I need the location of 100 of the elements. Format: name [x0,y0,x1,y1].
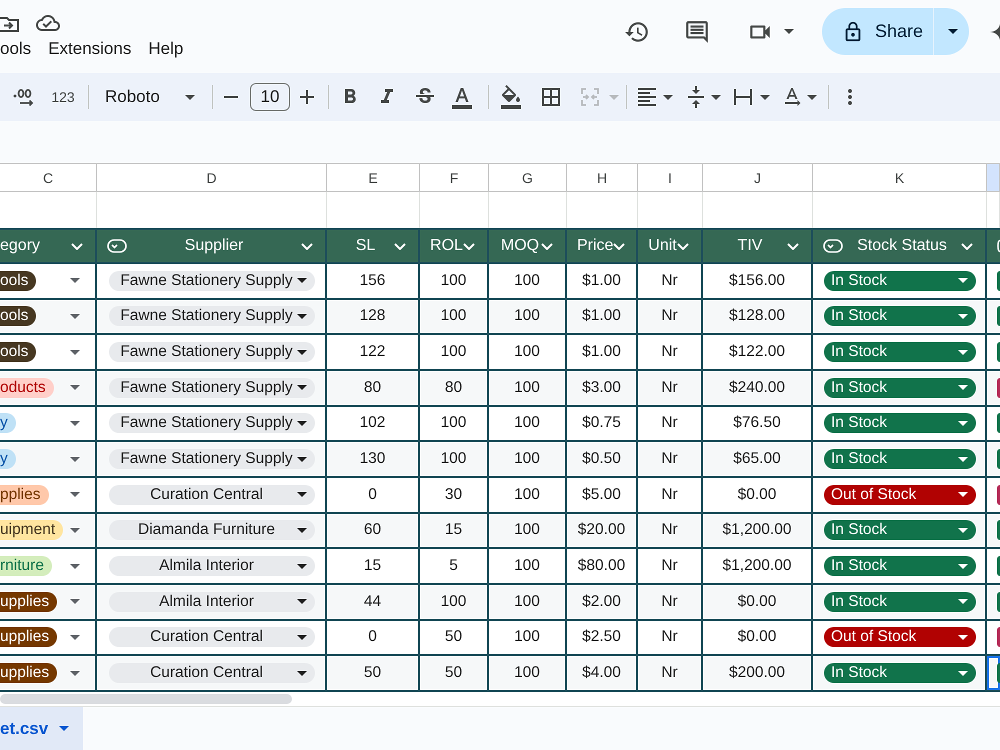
chevron-down-icon[interactable] [677,242,689,250]
supplier-chip[interactable]: Curation Central [109,627,315,648]
chevron-down-icon[interactable] [301,242,313,250]
sheet-tab[interactable]: et.csv [0,707,83,750]
status-chip[interactable] [997,627,1000,648]
status-chip[interactable] [997,556,1000,576]
status-chip[interactable]: In Stock [824,306,976,326]
folder-icon[interactable] [0,14,20,32]
supplier-chip[interactable]: Almila Interior [109,592,315,612]
table-cell[interactable] [987,514,1000,550]
column-letter[interactable]: H [567,163,638,192]
caret-icon[interactable] [185,94,195,100]
category-chip[interactable]: uipment [0,520,64,540]
supplier-chip[interactable]: Curation Central [109,663,315,684]
column-letter[interactable]: F [420,163,489,192]
status-chip[interactable]: In Stock [824,592,976,612]
caret-icon[interactable] [70,420,80,426]
supplier-chip[interactable]: Fawne Stationery Supply [109,306,315,326]
supplier-chip[interactable]: Fawne Stationery Supply [109,342,315,362]
number-format-button[interactable]: 123 [46,83,80,111]
font-size-field[interactable]: 10 [250,83,290,111]
column-letter[interactable]: I [638,163,703,192]
chevron-down-icon[interactable] [541,242,553,250]
scrollbar-thumb[interactable] [0,694,292,704]
chevron-down-icon[interactable] [787,242,799,250]
status-chip[interactable]: In Stock [824,378,976,398]
category-chip[interactable]: ools [0,270,36,291]
column-letter[interactable]: J [703,163,813,192]
menu-item[interactable]: Extensions [48,38,132,60]
chevron-down-icon[interactable] [463,242,475,250]
status-chip[interactable] [997,378,1000,398]
caret-icon[interactable] [958,492,968,498]
category-chip[interactable]: ools [0,306,36,326]
status-chip[interactable]: In Stock [824,342,976,362]
category-chip[interactable]: upplies [0,592,58,612]
supplier-chip[interactable]: Diamanda Furniture [109,520,315,540]
caret-icon[interactable] [948,29,958,34]
status-chip[interactable]: Out of Stock [824,627,976,648]
caret-icon[interactable] [297,278,307,284]
share-button[interactable]: Share [822,8,969,55]
star-icon[interactable] [990,24,1000,40]
caret-icon[interactable] [297,350,307,355]
supplier-chip[interactable]: Fawne Stationery Supply [109,413,315,434]
align-left-icon[interactable] [635,85,659,109]
status-chip[interactable]: In Stock [824,413,976,434]
caret-icon[interactable] [807,94,817,100]
category-chip[interactable]: ools [0,342,36,362]
caret-icon[interactable] [711,94,721,100]
table-cell[interactable] [987,406,1000,442]
column-letter[interactable]: E [327,163,420,192]
status-chip[interactable] [997,306,1000,326]
caret-icon[interactable] [297,528,307,533]
caret-icon[interactable] [297,385,307,390]
column-letter[interactable]: K [813,163,987,192]
caret-icon[interactable] [297,564,307,569]
status-chip[interactable]: In Stock [824,663,976,684]
status-chip[interactable]: Out of Stock [824,484,976,505]
caret-icon[interactable] [297,599,307,604]
caret-icon[interactable] [70,350,80,355]
category-chip[interactable]: upplies [0,663,58,684]
caret-icon[interactable] [297,314,307,319]
caret-icon[interactable] [958,634,968,640]
caret-icon[interactable] [297,634,307,640]
caret-icon[interactable] [297,420,307,426]
caret-icon[interactable] [784,29,794,34]
caret-icon[interactable] [297,456,307,462]
status-chip[interactable] [997,342,1000,362]
caret-icon[interactable] [297,670,307,676]
category-chip[interactable]: pplies [0,484,48,505]
table-cell[interactable] [987,370,1000,407]
supplier-chip[interactable]: Fawne Stationery Supply [109,378,315,398]
status-chip[interactable] [997,413,1000,434]
status-chip[interactable] [997,484,1000,505]
text-wrap-icon[interactable] [734,89,752,105]
caret-icon[interactable] [70,564,80,569]
font-select[interactable]: Roboto [96,82,202,112]
caret-icon[interactable] [70,634,80,640]
caret-icon[interactable] [297,492,307,498]
supplier-chip[interactable]: Fawne Stationery Supply [109,449,315,470]
chevron-down-icon[interactable] [394,242,406,250]
chevron-down-icon[interactable] [613,242,626,250]
status-chip[interactable] [997,520,1000,540]
status-chip[interactable]: In Stock [824,520,976,540]
caret-icon[interactable] [70,492,80,498]
status-chip[interactable] [997,592,1000,612]
status-chip[interactable] [997,449,1000,470]
caret-icon[interactable] [663,94,673,100]
column-letter[interactable]: C [0,163,97,192]
caret-icon[interactable] [70,278,80,284]
status-chip[interactable]: In Stock [824,449,976,470]
chevron-down-icon[interactable] [71,242,83,250]
category-chip[interactable]: rniture [0,556,52,576]
status-chip[interactable]: In Stock [824,270,976,291]
table-cell[interactable] [987,584,1000,621]
table-cell[interactable] [987,620,1000,656]
supplier-chip[interactable]: Curation Central [109,484,315,505]
column-letter[interactable]: G [489,163,567,192]
status-chip[interactable] [997,663,1000,684]
menu-item[interactable]: Help [148,38,184,60]
supplier-chip[interactable]: Fawne Stationery Supply [109,270,315,291]
